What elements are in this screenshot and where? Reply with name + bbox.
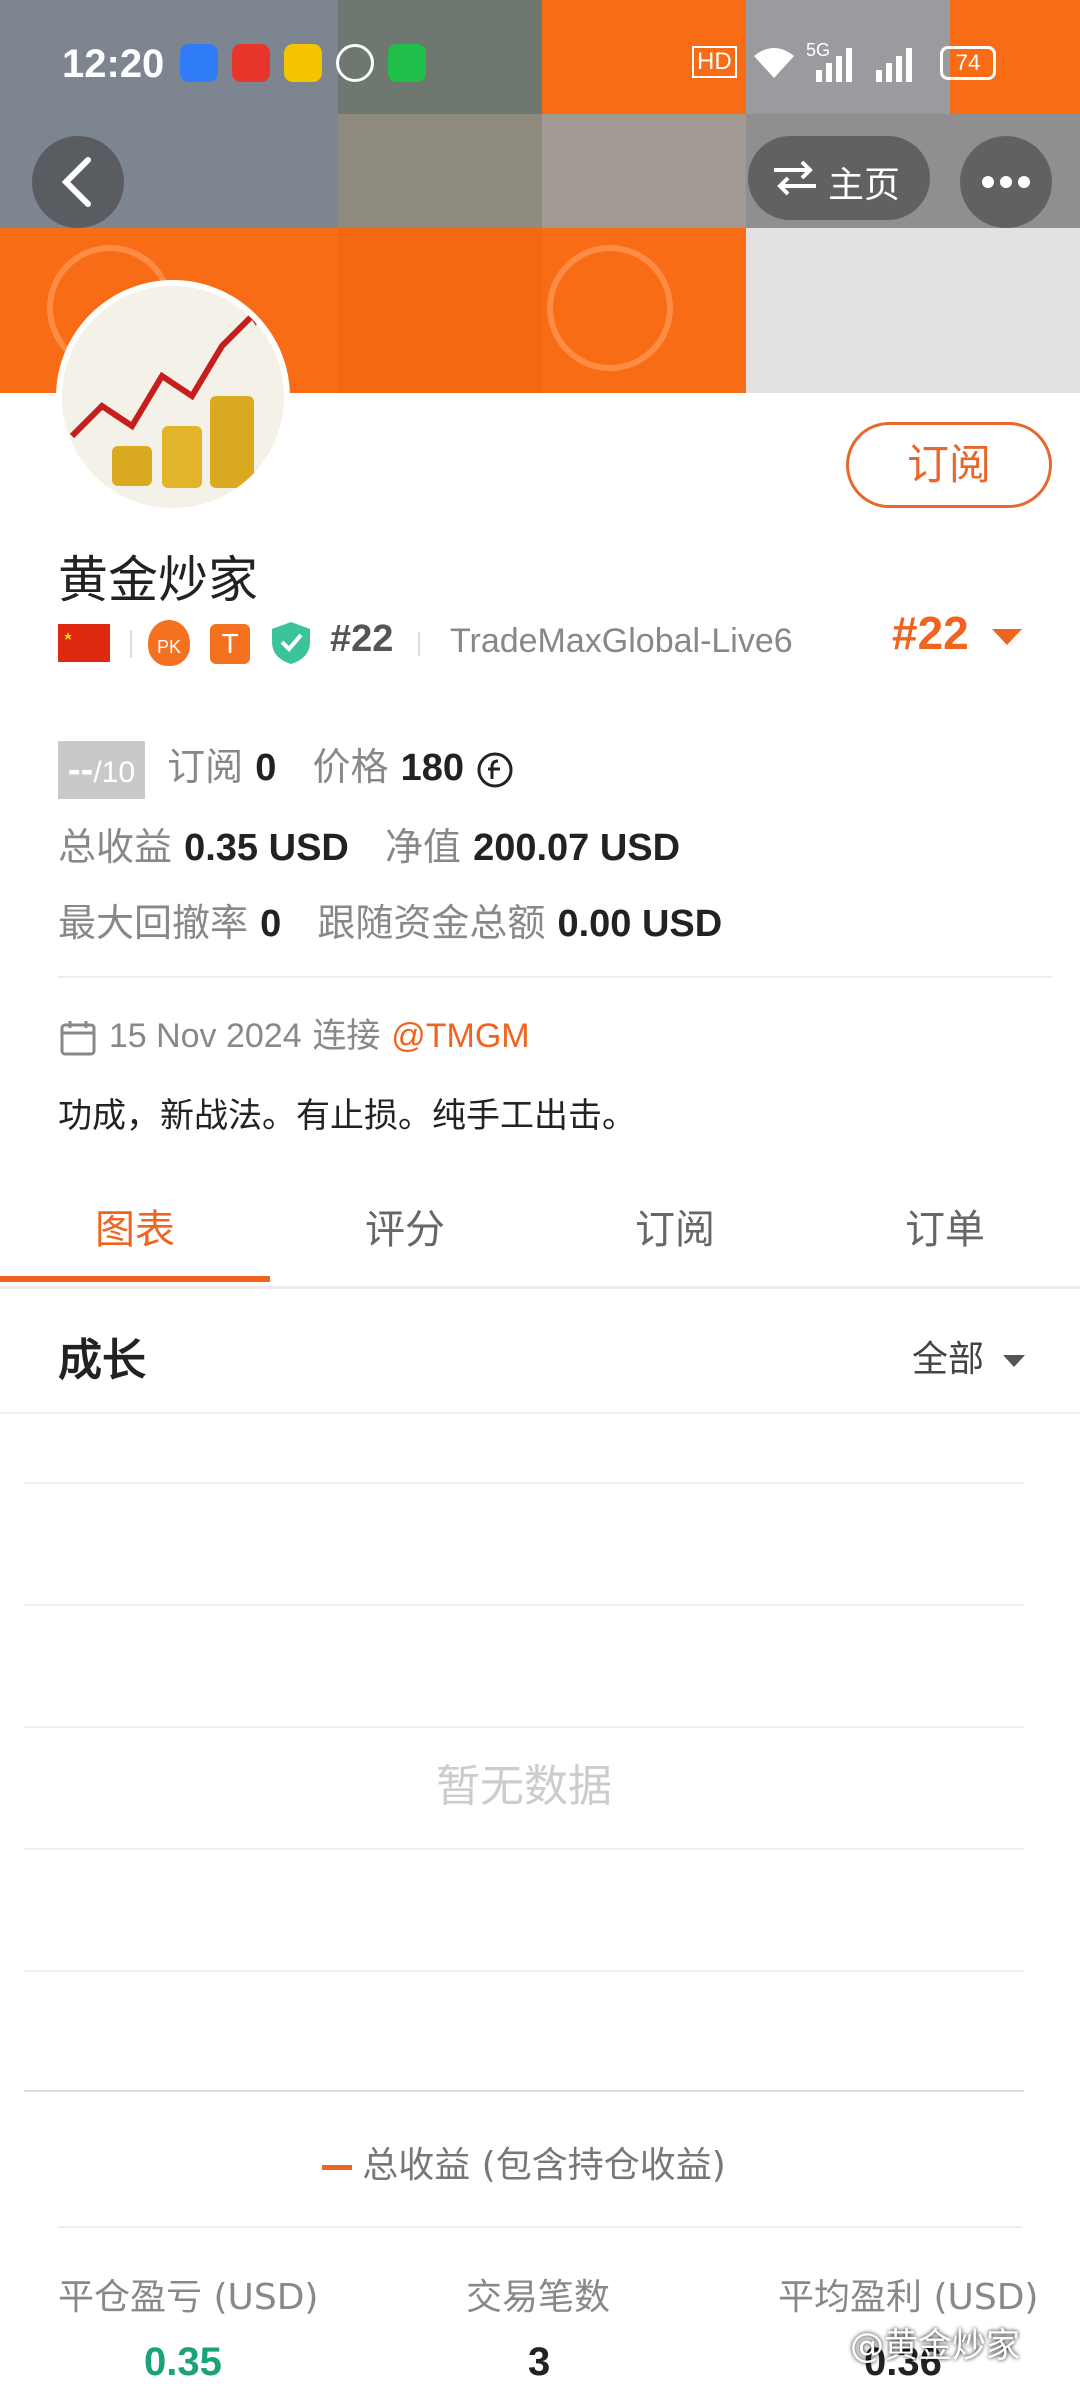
wifi-icon — [754, 48, 794, 78]
max-drawdown-value: 0 — [260, 903, 282, 945]
battery-indicator: 74 — [940, 46, 996, 80]
switch-home-button[interactable]: 主页 — [748, 136, 930, 220]
china-flag-icon — [58, 624, 110, 662]
signal-icon-1 — [816, 48, 852, 82]
hd-icon: HD — [692, 46, 737, 78]
total-profit-label: 总收益 — [58, 825, 173, 869]
growth-filter-label: 全部 — [912, 1339, 985, 1380]
home-label: 主页 — [828, 165, 901, 206]
equity-value: 200.07 USD — [473, 827, 681, 869]
subscribe-button[interactable]: 订阅 — [846, 422, 1052, 508]
connection-label: 连接 — [312, 1016, 381, 1056]
caret-down-icon — [1003, 1355, 1026, 1367]
broker-link[interactable]: @TMGM — [391, 1017, 529, 1055]
stats-row-2: 总收益 0.35 USD 净值 200.07 USD — [58, 816, 680, 871]
rank-dropdown-value: #22 — [892, 607, 969, 659]
follow-funds-value: 0.00 USD — [557, 903, 723, 945]
score-box: --/10 — [58, 740, 146, 799]
weibo-icon — [232, 44, 270, 82]
subs-label: 订阅 — [167, 745, 244, 789]
tabs-divider — [0, 1286, 1080, 1289]
growth-title: 成长 — [58, 1335, 146, 1386]
subs-value: 0 — [255, 747, 277, 789]
app-yellow-icon — [284, 44, 322, 82]
chart-axis-line — [24, 2090, 1024, 2092]
price-value: 180 — [400, 747, 464, 789]
active-tab-indicator — [0, 1276, 270, 1282]
score-value: -- — [68, 748, 94, 791]
cover-photo-7 — [746, 228, 1080, 393]
profile-tabs: 图表 评分 订阅 订单 — [0, 1180, 1080, 1285]
tab-rating[interactable]: 评分 — [270, 1180, 540, 1280]
swap-icon — [774, 160, 816, 196]
calendar-icon — [60, 1020, 96, 1055]
chart-gridline — [24, 1726, 1024, 1728]
watermark-text: @黄金炒家 — [850, 2326, 1020, 2366]
avatar — [56, 280, 290, 514]
verified-shield-icon — [272, 622, 310, 664]
legend-label: 总收益 (包含持仓收益) — [362, 2145, 726, 2186]
coin-icon — [477, 752, 513, 787]
price-label: 价格 — [312, 745, 389, 789]
chart-legend: 总收益 (包含持仓收益) — [0, 2136, 1048, 2188]
baidu-netdisk-icon — [180, 44, 218, 82]
connection-row: 15 Nov 2024 连接 @TMGM — [58, 1008, 530, 1058]
stats-row-3: 最大回撤率 0 跟随资金总额 0.00 USD — [58, 892, 722, 947]
avg-profit-label: 平均盈利 (USD) — [778, 2277, 1039, 2318]
score-max: /10 — [93, 755, 136, 789]
empty-data-text: 暂无数据 — [436, 1761, 612, 1812]
cover-photo-4 — [338, 114, 542, 228]
separator — [130, 630, 132, 658]
more-button[interactable] — [960, 136, 1052, 228]
connection-date: 15 Nov 2024 — [108, 1017, 302, 1055]
stats-row-1: --/10 订阅 0 价格 180 — [58, 736, 514, 799]
growth-filter-dropdown[interactable]: 全部 — [912, 1330, 1027, 1382]
pk-flame-icon: PK — [148, 620, 190, 666]
more-dots-icon — [982, 176, 1030, 188]
wechat-icon — [336, 44, 374, 82]
rank-dropdown[interactable]: #22 — [892, 606, 1024, 660]
tab-chart[interactable]: 图表 — [0, 1180, 270, 1280]
chart-gridline — [24, 1482, 1024, 1484]
chevron-left-icon — [61, 157, 91, 207]
bio-text: 功成，新战法。有止损。纯手工出击。 — [58, 1096, 636, 1136]
growth-header-divider — [0, 1412, 1080, 1414]
caret-down-icon — [991, 629, 1022, 645]
status-time: 12:20 — [62, 42, 165, 86]
signal-icon-2 — [876, 48, 912, 82]
chart-gridline — [24, 1970, 1024, 1972]
profile-name: 黄金炒家 — [58, 551, 258, 609]
tab-subscription[interactable]: 订阅 — [540, 1180, 810, 1280]
status-bar: 12:20 HD 5G 74 — [0, 0, 1080, 120]
closed-pnl-value: 0.35 — [144, 2340, 222, 2384]
closed-pnl-label: 平仓盈亏 (USD) — [58, 2277, 319, 2318]
back-button[interactable] — [32, 136, 124, 228]
legend-swatch — [322, 2164, 353, 2170]
equity-label: 净值 — [384, 825, 461, 869]
total-profit-value: 0.35 USD — [184, 827, 349, 869]
rank-badge: #22 — [330, 618, 394, 660]
trade-count-label: 交易笔数 — [466, 2277, 611, 2318]
max-drawdown-label: 最大回撤率 — [58, 901, 249, 945]
chart-gridline — [24, 1604, 1024, 1606]
legend-divider — [58, 2226, 1022, 2228]
t-badge-icon: T — [210, 624, 250, 664]
watermark: @黄金炒家 — [850, 2318, 1020, 2367]
separator-2 — [418, 632, 420, 656]
trade-count-value: 3 — [528, 2340, 551, 2384]
cover-photo-5 — [542, 114, 746, 228]
gold-chart-avatar-image — [62, 286, 284, 508]
stats-divider — [58, 976, 1052, 978]
tab-orders[interactable]: 订单 — [810, 1180, 1080, 1280]
follow-funds-label: 跟随资金总额 — [317, 901, 546, 945]
message-icon — [388, 44, 426, 82]
broker-server: TradeMaxGlobal-Live6 — [450, 622, 793, 660]
chart-gridline — [24, 1848, 1024, 1850]
